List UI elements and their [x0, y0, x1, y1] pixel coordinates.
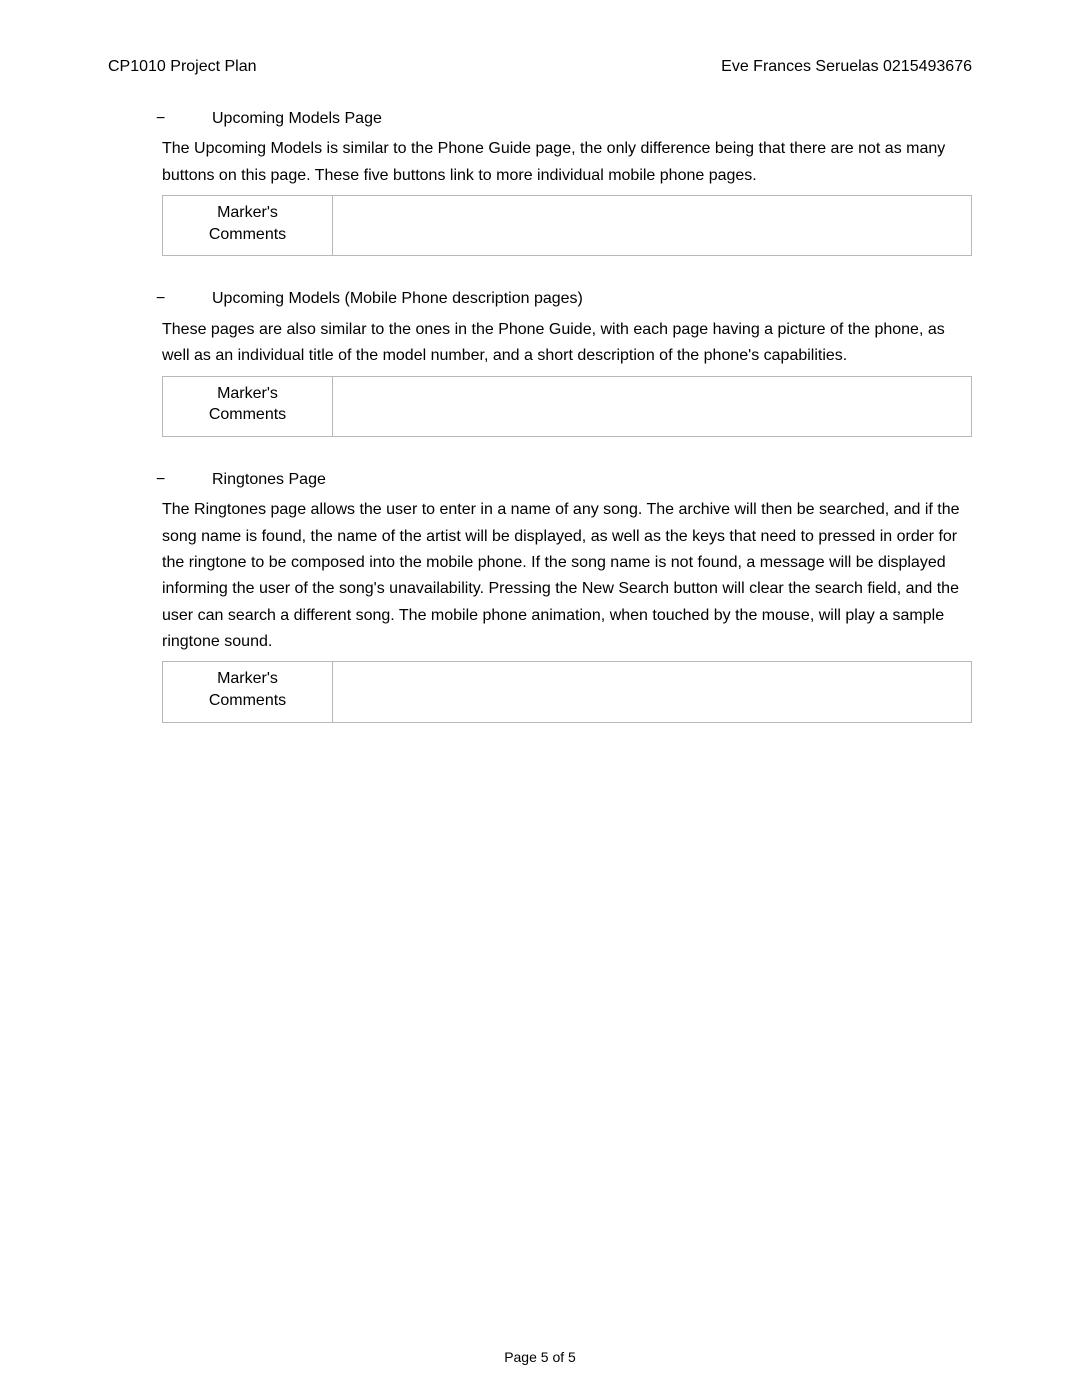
marker-label-line2: Comments [209, 226, 286, 243]
marker-comments-label-cell: Marker's Comments [163, 662, 333, 722]
marker-label-line2: Comments [209, 692, 286, 709]
section-title: Upcoming Models (Mobile Phone descriptio… [212, 290, 583, 307]
dash-icon: − [184, 467, 212, 493]
section-body: These pages are also similar to the ones… [162, 317, 972, 370]
section-title: Ringtones Page [212, 471, 326, 488]
marker-comments-field[interactable] [333, 376, 972, 436]
dash-icon: − [184, 106, 212, 132]
section-body: The Upcoming Models is similar to the Ph… [162, 136, 972, 189]
marker-label-line1: Marker's [217, 204, 278, 221]
document-page: CP1010 Project Plan Eve Frances Seruelas… [0, 0, 1080, 1397]
marker-label-line1: Marker's [217, 385, 278, 402]
section-body: The Ringtones page allows the user to en… [162, 497, 972, 655]
section-bullet: −Ringtones Page [162, 467, 972, 493]
marker-comments-field[interactable] [333, 662, 972, 722]
section-bullet: −Upcoming Models Page [162, 106, 972, 132]
header-left: CP1010 Project Plan [108, 58, 257, 76]
dash-icon: − [184, 286, 212, 312]
marker-label-line1: Marker's [217, 670, 278, 687]
marker-comments-label-cell: Marker's Comments [163, 196, 333, 256]
marker-comments-box: Marker's Comments [162, 376, 972, 437]
marker-label-line2: Comments [209, 406, 286, 423]
section-bullet: −Upcoming Models (Mobile Phone descripti… [162, 286, 972, 312]
marker-comments-box: Marker's Comments [162, 661, 972, 722]
page-header: CP1010 Project Plan Eve Frances Seruelas… [108, 58, 972, 76]
header-right: Eve Frances Seruelas 0215493676 [721, 58, 972, 76]
page-content: −Upcoming Models Page The Upcoming Model… [108, 106, 972, 723]
marker-comments-box: Marker's Comments [162, 195, 972, 256]
marker-comments-label-cell: Marker's Comments [163, 376, 333, 436]
section-title: Upcoming Models Page [212, 110, 382, 127]
page-footer: Page 5 of 5 [0, 1349, 1080, 1365]
marker-comments-field[interactable] [333, 196, 972, 256]
